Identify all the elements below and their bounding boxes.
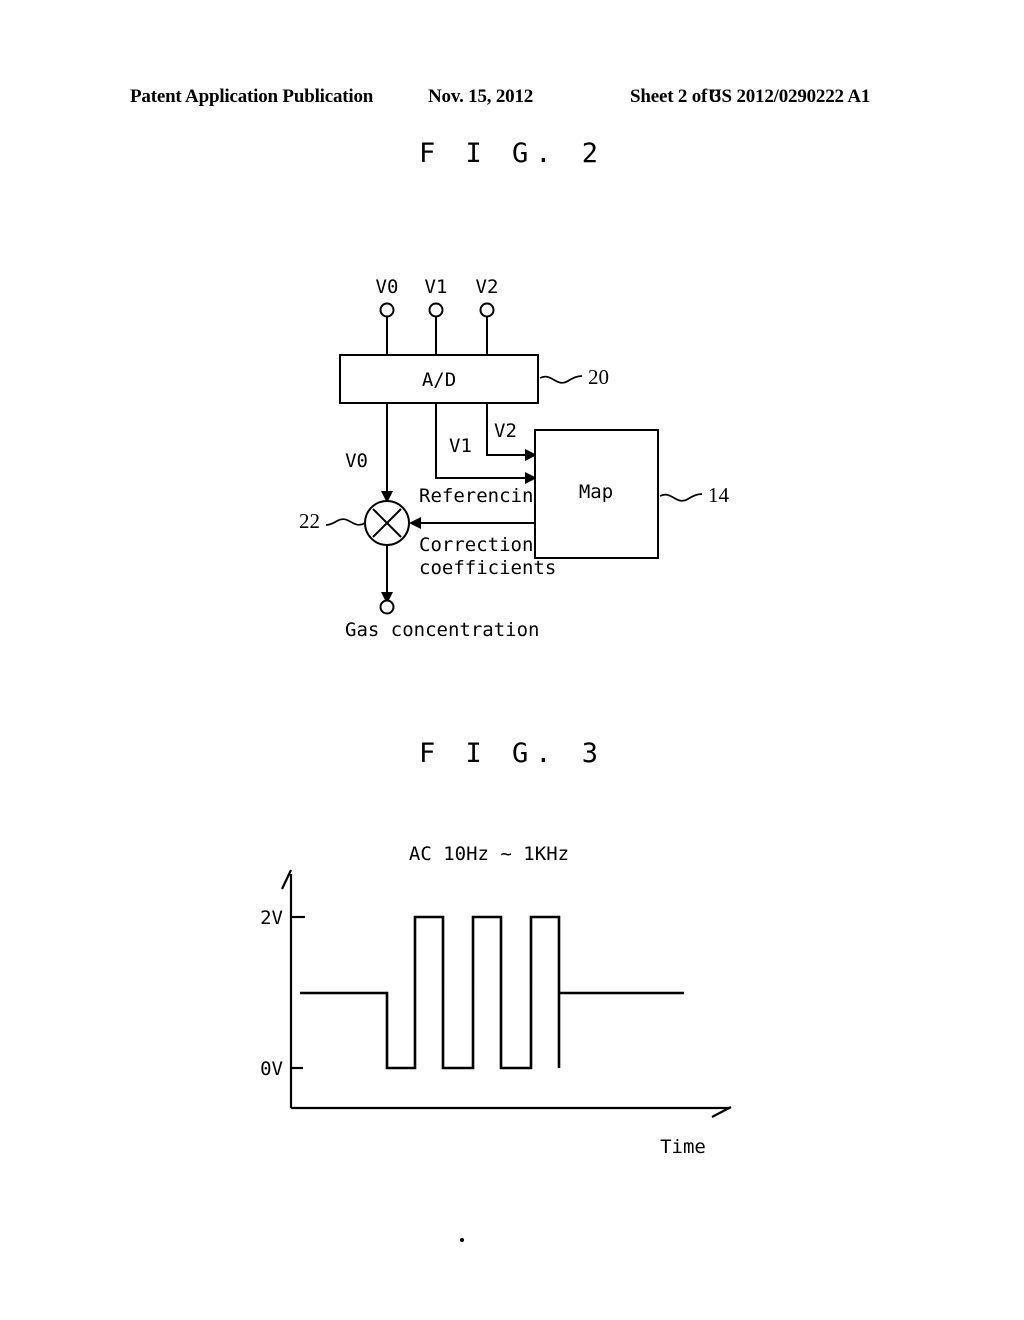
y-axis-arrowhead [281, 869, 292, 890]
figure-3-chart: AC 10Hz ~ 1KHz 2V 0V Time [260, 843, 732, 1158]
chart-annotation: AC 10Hz ~ 1KHz [409, 843, 569, 865]
waveform-trace [300, 915, 684, 1070]
x-axis-label: Time [660, 1136, 706, 1158]
y-tick-label-0v: 0V [260, 1058, 283, 1080]
footer-dot [460, 1238, 464, 1242]
y-tick-label-2v: 2V [260, 907, 283, 929]
